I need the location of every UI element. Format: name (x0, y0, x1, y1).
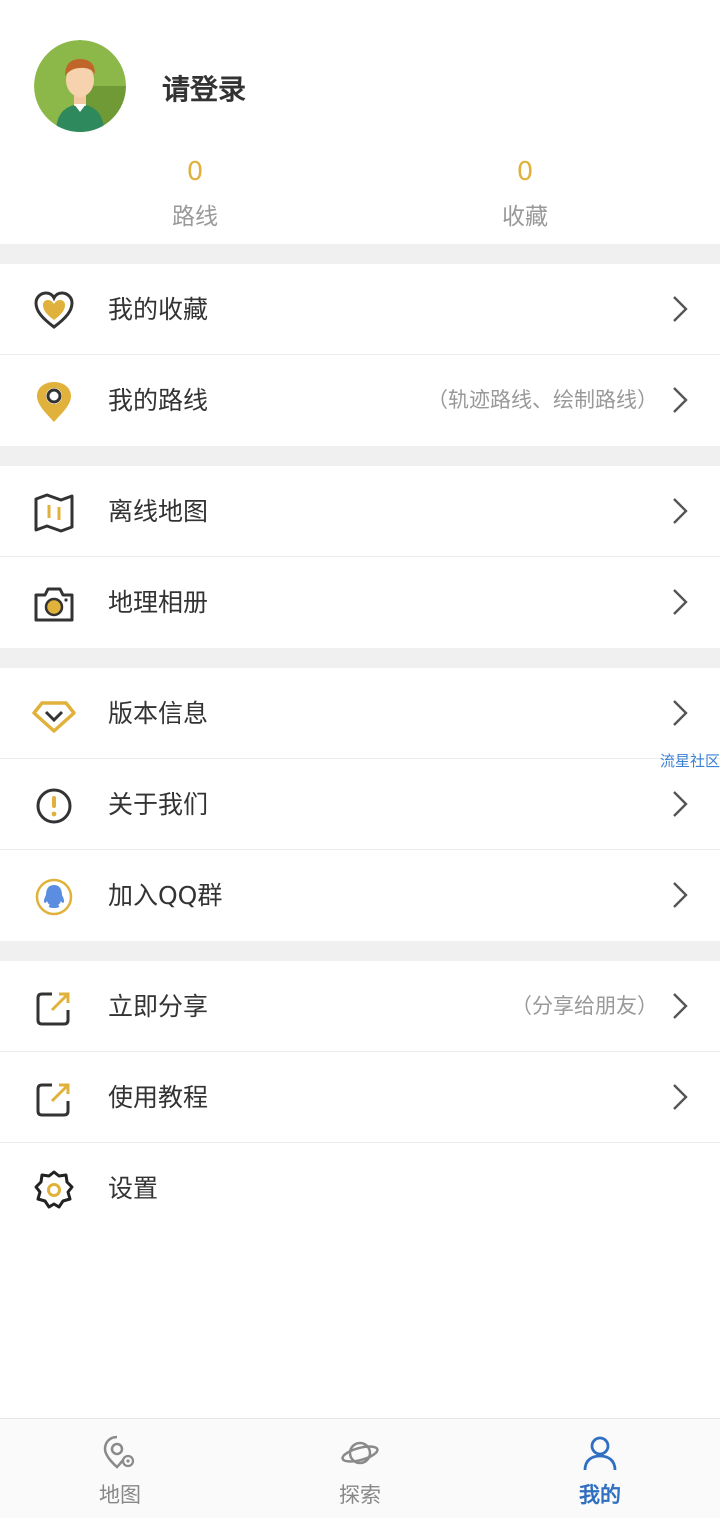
favorites-stat-label: 收藏 (502, 204, 548, 230)
menu-item-routes[interactable]: 我的路线 （轨迹路线、绘制路线） (0, 355, 720, 446)
chevron-right-icon (673, 700, 688, 726)
chevron-right-icon (673, 589, 688, 615)
menu-item-label: 版本信息 (108, 699, 209, 728)
chevron-right-icon (673, 296, 688, 322)
map-icon (34, 493, 74, 533)
menu-item-hint: （轨迹路线、绘制路线） (427, 388, 658, 412)
chevron-right-icon (673, 387, 688, 413)
login-prompt[interactable]: 请登录 (162, 68, 246, 108)
routes-stat[interactable]: 0 路线 (135, 156, 255, 231)
menu-item-settings[interactable]: 设置 (0, 1143, 720, 1234)
section-separator (0, 648, 720, 668)
camera-icon (34, 587, 74, 622)
bottom-tab-bar: 地图 探索 我的 (0, 1418, 720, 1518)
share-icon (36, 992, 70, 1026)
favorites-stat[interactable]: 0 收藏 (465, 156, 585, 231)
chevron-right-icon (673, 882, 688, 908)
menu-item-join-qq[interactable]: 加入QQ群 (0, 850, 720, 941)
menu-item-share[interactable]: 立即分享 （分享给朋友） (0, 961, 720, 1052)
section-separator (0, 446, 720, 466)
planet-icon (341, 1441, 379, 1465)
tab-map[interactable]: 地图 (0, 1419, 240, 1518)
menu-item-label: 立即分享 (108, 992, 209, 1021)
menu-item-label: 我的收藏 (108, 295, 209, 324)
menu-item-label: 地理相册 (108, 588, 209, 617)
menu-item-label: 加入QQ群 (108, 881, 223, 910)
qq-icon (35, 878, 73, 916)
chevron-right-icon (673, 1084, 688, 1110)
user-icon (583, 1436, 617, 1471)
section-separator (0, 244, 720, 264)
location-pin-icon (37, 382, 71, 422)
menu-item-tutorial[interactable]: 使用教程 (0, 1052, 720, 1143)
avatar[interactable] (34, 40, 126, 132)
gear-icon (34, 1170, 74, 1209)
menu-item-geo-album[interactable]: 地理相册 (0, 557, 720, 648)
tab-mine[interactable]: 我的 (480, 1419, 720, 1518)
info-icon (36, 788, 72, 824)
menu-item-version-info[interactable]: 版本信息 (0, 668, 720, 759)
favorites-count: 0 (516, 157, 534, 187)
menu-item-label: 使用教程 (108, 1083, 209, 1112)
share-icon (36, 1083, 70, 1117)
chevron-right-icon (673, 498, 688, 524)
routes-stat-label: 路线 (172, 204, 218, 230)
routes-count: 0 (186, 157, 204, 187)
diamond-icon (32, 701, 76, 733)
menu-item-hint: （分享给朋友） (511, 994, 658, 1018)
menu-item-label: 离线地图 (108, 497, 209, 526)
section-separator (0, 941, 720, 961)
map-pin-icon (103, 1435, 135, 1469)
tab-explore[interactable]: 探索 (240, 1419, 480, 1518)
tab-label: 地图 (99, 1483, 141, 1507)
profile-header: 请登录 0 路线 0 收藏 (0, 0, 720, 244)
heart-icon (34, 291, 74, 329)
menu-item-label: 设置 (108, 1174, 159, 1203)
chevron-right-icon (673, 791, 688, 817)
menu-item-favorites[interactable]: 我的收藏 (0, 264, 720, 355)
chevron-right-icon (673, 993, 688, 1019)
menu-item-about[interactable]: 关于我们 (0, 759, 720, 850)
tab-label: 探索 (339, 1483, 381, 1507)
menu-item-offline-map[interactable]: 离线地图 (0, 466, 720, 557)
user-avatar-icon (34, 40, 126, 132)
tab-label: 我的 (579, 1483, 621, 1507)
menu-item-label: 关于我们 (108, 790, 209, 819)
menu-item-label: 我的路线 (108, 386, 209, 415)
watermark-text: 流星社区 (659, 752, 720, 770)
